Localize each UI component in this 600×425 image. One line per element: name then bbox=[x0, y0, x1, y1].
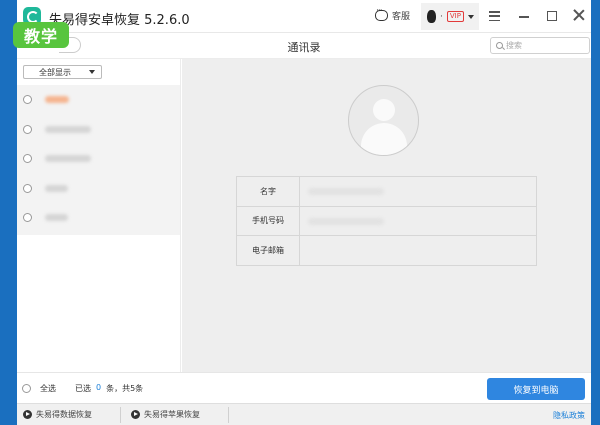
field-row-name: 名字 bbox=[236, 176, 537, 207]
search-icon bbox=[496, 42, 503, 49]
contact-info-table: 名字 手机号码 电子邮箱 bbox=[236, 176, 537, 266]
contact-list-panel: 全部显示 bbox=[17, 59, 181, 372]
field-value bbox=[299, 205, 537, 236]
contact-radio[interactable] bbox=[23, 154, 32, 164]
blurred-value bbox=[308, 188, 384, 195]
qq-penguin-icon bbox=[427, 10, 436, 23]
blurred-contact-name bbox=[45, 214, 68, 222]
filter-dropdown[interactable]: 全部显示 bbox=[23, 65, 102, 79]
footer-link-label: 失易得苹果恢复 bbox=[144, 410, 200, 419]
avatar-head bbox=[373, 99, 395, 121]
close-button[interactable] bbox=[572, 8, 586, 22]
contact-detail-panel: 名字 手机号码 电子邮箱 bbox=[182, 59, 591, 372]
filter-label: 全部显示 bbox=[39, 67, 71, 77]
user-name: · bbox=[440, 11, 443, 22]
recover-to-pc-button[interactable]: 恢复到电脑 bbox=[487, 378, 585, 400]
field-label: 手机号码 bbox=[236, 205, 300, 236]
field-label: 名字 bbox=[236, 176, 300, 207]
user-account-button[interactable]: · VIP bbox=[421, 3, 479, 30]
menu-icon[interactable] bbox=[489, 11, 500, 21]
blurred-contact-name bbox=[45, 155, 91, 163]
select-all-label: 全选 bbox=[40, 384, 56, 393]
title-bar: 失易得安卓恢复 5.2.6.0 客服 · VIP bbox=[17, 0, 591, 33]
play-circle-icon bbox=[23, 410, 32, 419]
selected-prefix: 已选 bbox=[75, 384, 91, 393]
field-value bbox=[299, 176, 537, 207]
vip-badge: VIP bbox=[446, 11, 464, 22]
contact-list bbox=[17, 85, 180, 235]
chevron-down-icon bbox=[467, 14, 474, 19]
contact-radio[interactable] bbox=[23, 124, 32, 134]
footer: 失易得数据恢复 失易得苹果恢复 隐私政策 bbox=[17, 403, 591, 425]
teaching-tag: 教学 bbox=[13, 22, 69, 48]
app-title: 失易得安卓恢复 5.2.6.0 bbox=[49, 13, 190, 28]
search-input[interactable] bbox=[506, 41, 586, 50]
play-circle-icon bbox=[131, 410, 140, 419]
avatar bbox=[348, 85, 419, 156]
minimize-button[interactable] bbox=[519, 16, 529, 18]
contact-list-item[interactable] bbox=[17, 85, 180, 115]
blurred-contact-name bbox=[45, 184, 68, 192]
desktop-frame-left bbox=[0, 0, 17, 425]
app-window: 失易得安卓恢复 5.2.6.0 客服 · VIP 通讯录 全部显示 bbox=[17, 0, 591, 425]
footer-link-data-recovery[interactable]: 失易得数据恢复 bbox=[23, 409, 92, 420]
selection-summary: 已选 0 条，共5条 bbox=[75, 383, 143, 394]
blurred-contact-name bbox=[45, 125, 91, 133]
avatar-body bbox=[361, 123, 407, 155]
bottom-bar: 全选 已选 0 条，共5条 恢复到电脑 bbox=[17, 372, 591, 402]
support-label: 客服 bbox=[392, 12, 411, 22]
field-label: 电子邮箱 bbox=[236, 235, 300, 266]
contact-radio[interactable] bbox=[23, 213, 32, 223]
blurred-value bbox=[308, 217, 384, 225]
footer-divider bbox=[228, 407, 229, 423]
selected-suffix: 条，共5条 bbox=[106, 384, 144, 393]
contact-list-item[interactable] bbox=[17, 203, 180, 233]
contact-radio[interactable] bbox=[23, 95, 32, 105]
contact-radio[interactable] bbox=[23, 183, 32, 193]
footer-divider bbox=[120, 407, 121, 423]
desktop-frame-right bbox=[591, 0, 600, 425]
blurred-contact-name bbox=[45, 96, 69, 104]
support-button[interactable]: 客服 bbox=[375, 6, 411, 22]
contact-list-item[interactable] bbox=[17, 144, 180, 174]
chevron-down-icon bbox=[89, 70, 95, 74]
selected-count: 0 bbox=[96, 383, 102, 392]
field-row-email: 电子邮箱 bbox=[236, 235, 537, 266]
search-box[interactable] bbox=[490, 37, 590, 54]
select-all-radio[interactable] bbox=[22, 384, 31, 393]
contact-list-item[interactable] bbox=[17, 174, 180, 204]
chat-bubble-icon bbox=[375, 6, 388, 21]
contact-list-item[interactable] bbox=[17, 115, 180, 145]
maximize-button[interactable] bbox=[547, 11, 557, 21]
field-value bbox=[299, 235, 537, 266]
select-all-checkbox[interactable]: 全选 bbox=[22, 383, 56, 394]
footer-link-label: 失易得数据恢复 bbox=[36, 410, 92, 419]
toolbar: 通讯录 bbox=[17, 33, 591, 59]
field-row-phone: 手机号码 bbox=[236, 205, 537, 236]
privacy-policy-link[interactable]: 隐私政策 bbox=[553, 410, 585, 421]
footer-link-ios-recovery[interactable]: 失易得苹果恢复 bbox=[131, 409, 200, 420]
